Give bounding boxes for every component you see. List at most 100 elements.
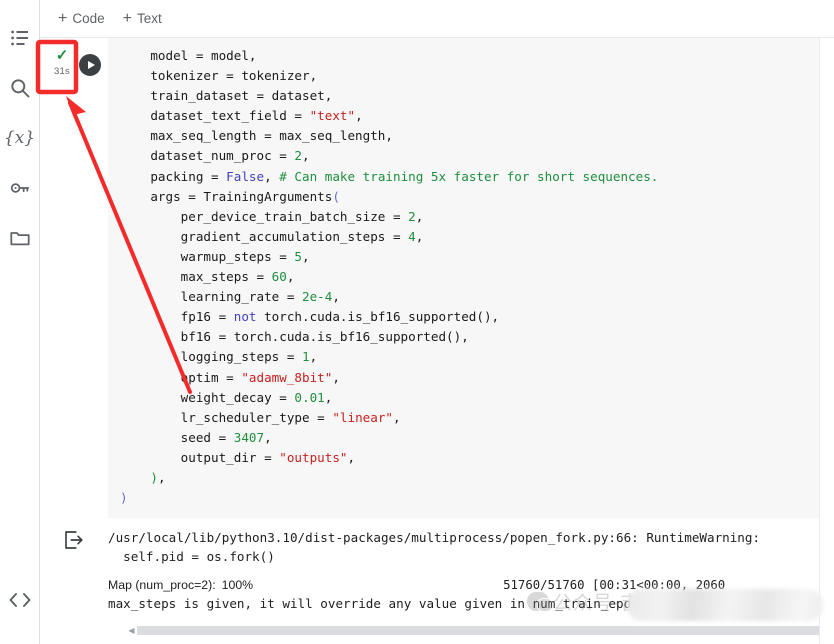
- code-token: ,: [355, 108, 363, 124]
- run-cell-button[interactable]: [79, 54, 101, 76]
- code-token: per_device_train_batch_size =: [180, 208, 409, 224]
- code-token: not: [233, 309, 257, 325]
- code-token: ,: [332, 369, 340, 385]
- map-progress-percent: 100%: [221, 577, 254, 592]
- variables-icon[interactable]: {x}: [4, 122, 36, 154]
- code-token: ,: [157, 469, 166, 485]
- output-gutter: [40, 528, 108, 555]
- output-arrow-icon: [64, 530, 84, 555]
- search-icon[interactable]: [4, 72, 36, 104]
- scroll-left-arrow-icon[interactable]: ◀: [126, 625, 137, 636]
- rail-bottom-group: [0, 584, 40, 616]
- notebook-scroll-area[interactable]: ✓ 31s model = model, tokenizer = tokeniz…: [40, 38, 834, 644]
- success-check-icon: ✓: [55, 47, 69, 64]
- code-token: ,: [324, 389, 333, 405]
- code-token: max_steps =: [180, 269, 272, 285]
- code-token: tokenizer = tokenizer,: [150, 68, 318, 84]
- add-text-cell-button[interactable]: + Text: [122, 9, 162, 27]
- code-editor[interactable]: model = model, tokenizer = tokenizer, tr…: [108, 38, 834, 519]
- cell-gutter-row: ✓ 31s: [47, 46, 101, 77]
- files-folder-icon[interactable]: [4, 222, 36, 254]
- code-token: (: [332, 188, 340, 204]
- code-token: 4: [408, 228, 416, 244]
- code-token: ,: [264, 168, 280, 184]
- code-token: "linear": [332, 409, 393, 425]
- code-token: warmup_steps =: [180, 248, 295, 264]
- code-token: output_dir =: [180, 449, 280, 465]
- code-token: "adamw_8bit": [241, 369, 333, 385]
- cell-run-status[interactable]: ✓ 31s: [47, 46, 77, 77]
- map-progress-label: Map (num_proc=2):: [108, 577, 216, 592]
- plus-icon: +: [122, 9, 132, 27]
- code-token: ,: [302, 148, 310, 164]
- scrollbar-thumb[interactable]: [137, 626, 820, 635]
- code-token: # Can make training 5x faster for short …: [279, 168, 659, 184]
- code-token: dataset_text_field =: [150, 108, 310, 124]
- code-token: ,: [302, 248, 310, 264]
- code-token: gradient_accumulation_steps =: [180, 228, 409, 244]
- add-code-cell-button[interactable]: + Code: [58, 9, 105, 27]
- map-progress-count: 51760/51760 [00:31<00:00, 2060: [503, 577, 726, 592]
- code-token: ,: [332, 289, 340, 305]
- code-token: learning_rate =: [180, 289, 302, 305]
- code-token: seed =: [180, 429, 234, 445]
- code-token: ,: [415, 208, 424, 224]
- code-token: ,: [415, 228, 424, 244]
- code-token: "outputs": [279, 449, 348, 465]
- output-warning-line-1: /usr/local/lib/python3.10/dist-packages/…: [108, 530, 768, 546]
- code-token: ,: [309, 349, 318, 365]
- code-token: torch.cuda.is_bf16_supported(),: [256, 309, 500, 325]
- code-token: packing =: [150, 168, 227, 184]
- add-text-cell-label: Text: [136, 11, 162, 26]
- code-token: ,: [286, 269, 295, 285]
- notebook-toolbar: + Code + Text: [40, 0, 834, 38]
- code-token: "text": [309, 108, 356, 124]
- cell-gutter: ✓ 31s: [40, 38, 108, 519]
- code-token: logging_steps =: [180, 349, 302, 365]
- scrollbar-track[interactable]: [137, 626, 820, 635]
- code-token: 2: [294, 148, 302, 164]
- code-token: fp16 =: [180, 309, 234, 325]
- code-token: ): [120, 490, 128, 506]
- code-token: max_seq_length = max_seq_length,: [150, 128, 393, 144]
- code-token: ): [150, 469, 158, 485]
- code-token: 5: [294, 248, 302, 264]
- cell-output: /usr/local/lib/python3.10/dist-packages/…: [40, 518, 834, 614]
- table-of-contents-icon[interactable]: [4, 22, 36, 54]
- play-triangle-icon: [87, 61, 95, 69]
- notebook-main: + Code + Text ✓ 31s model = model, token…: [40, 0, 834, 644]
- add-code-cell-label: Code: [72, 11, 105, 26]
- code-token: False: [226, 168, 265, 184]
- code-token: train_dataset = dataset,: [150, 88, 333, 104]
- code-token: 2e-4: [302, 289, 333, 305]
- output-horizontal-scrollbar[interactable]: ◀: [126, 625, 820, 636]
- code-token: 60: [271, 269, 287, 285]
- code-token: lr_scheduler_type =: [180, 409, 333, 425]
- code-token: model = model,: [150, 48, 257, 63]
- code-snippets-icon[interactable]: [4, 584, 36, 616]
- secrets-key-icon[interactable]: [4, 172, 36, 204]
- code-token: 0.01: [294, 389, 325, 405]
- plus-icon: +: [58, 9, 68, 27]
- colab-notebook-app: {x} + Code + Text ✓ 31s model = model, t…: [0, 0, 834, 644]
- code-token: 1: [302, 349, 310, 365]
- code-token: ,: [347, 449, 356, 465]
- map-progress-bar: [259, 575, 486, 595]
- code-token: 2: [408, 208, 416, 224]
- code-token: weight_decay =: [180, 389, 295, 405]
- cell-run-time: 31s: [54, 66, 70, 77]
- variables-icon-label: {x}: [3, 128, 36, 148]
- output-warning-line-2: self.pid = os.fork(): [108, 549, 275, 565]
- code-token: ,: [264, 429, 272, 445]
- code-token: ,: [393, 409, 401, 425]
- left-icon-rail: {x}: [0, 0, 40, 644]
- output-body: /usr/local/lib/python3.10/dist-packages/…: [108, 528, 834, 613]
- code-token: dataset_num_proc =: [150, 148, 295, 164]
- code-token: args = TrainingArguments: [150, 188, 333, 204]
- map-progress-row: Map (num_proc=2): 100% 51760/51760 [00:3…: [108, 575, 828, 595]
- output-final-line: max_steps is given, it will override any…: [108, 596, 654, 612]
- code-token: 3407: [233, 429, 265, 445]
- code-token: optim =: [180, 369, 242, 385]
- code-token: bf16 = torch.cuda.is_bf16_supported(),: [180, 329, 469, 345]
- code-text[interactable]: model = model, tokenizer = tokenizer, tr…: [120, 46, 834, 508]
